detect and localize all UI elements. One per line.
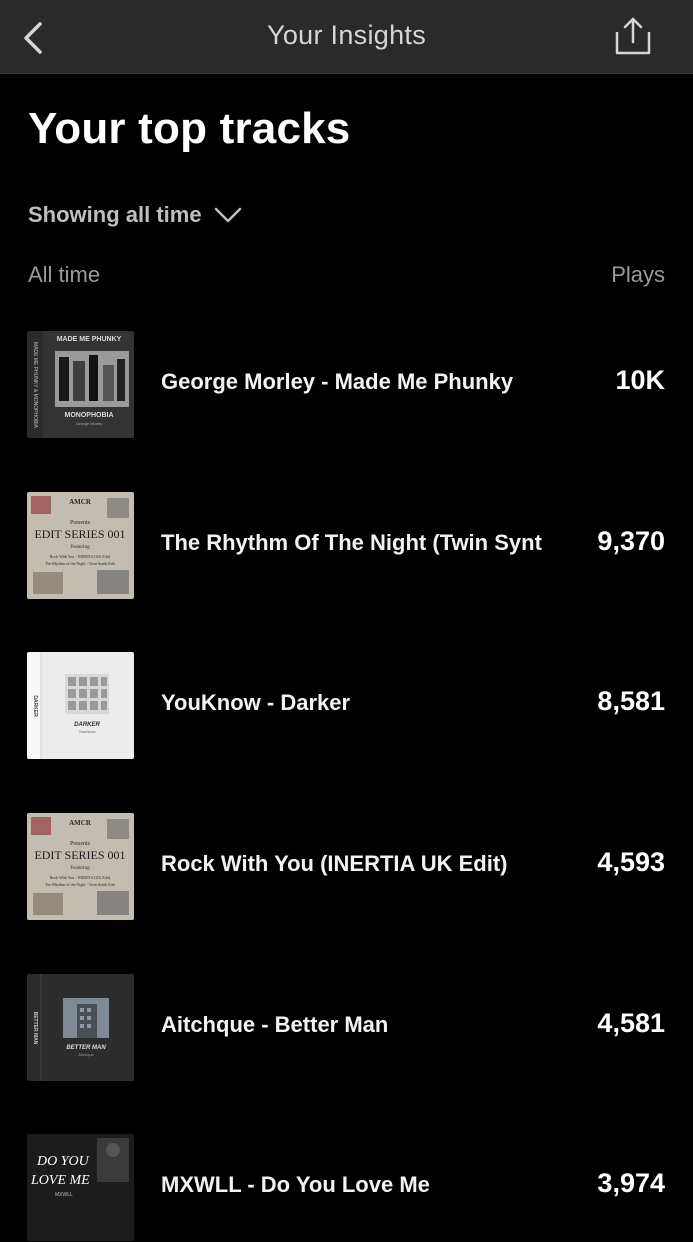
album-art: DO YOU LOVE ME MXWLL <box>27 1134 134 1241</box>
art-text: MADE ME PHUNKY <box>57 336 122 343</box>
album-art: AMCR Presents EDIT SERIES 001 Featuring … <box>27 492 134 599</box>
track-row[interactable]: DO YOU LOVE ME MXWLL MXWLL - Do You Love… <box>0 1134 693 1242</box>
art-text: AMCR <box>69 819 92 827</box>
track-title: Rock With You (INERTIA UK Edit) <box>161 851 508 876</box>
track-plays: 3,974 <box>597 1168 665 1198</box>
album-art: MADE ME PHUNKY MONOPHOBIA George Morley … <box>27 331 134 438</box>
art-text: Aitchque <box>78 1052 94 1057</box>
art-text: Rock With You - INERTIA (UK Edit) <box>50 554 111 559</box>
time-range-filter[interactable]: Showing all time <box>28 200 242 230</box>
art-text: BETTER MAN <box>32 1012 38 1045</box>
art-text: MONOPHOBIA <box>65 412 114 419</box>
column-header-period: All time <box>28 262 101 287</box>
art-text: DO YOU <box>36 1154 90 1169</box>
track-plays: 9,370 <box>597 526 665 556</box>
art-text: LOVE ME <box>30 1173 90 1188</box>
art-text: Presents <box>70 520 91 526</box>
album-art: DARKER YouKnow DARKER <box>27 652 134 759</box>
filter-label: Showing all time <box>28 202 202 227</box>
track-title: The Rhythm Of The Night (Twin Synt <box>161 530 542 555</box>
art-text: AMCR <box>69 498 92 506</box>
nav-bar: Your Insights <box>0 0 693 74</box>
track-plays: 4,581 <box>597 1008 665 1038</box>
album-art: AMCR Presents EDIT SERIES 001 Featuring … <box>27 813 134 920</box>
art-text: George Morley <box>76 421 102 426</box>
art-text: Rock With You - INERTIA (UK Edit) <box>50 875 111 880</box>
art-text: EDIT SERIES 001 <box>34 848 125 862</box>
art-text: YouKnow <box>79 729 96 734</box>
nav-title: Your Insights <box>266 20 426 50</box>
art-text: Featuring <box>70 866 90 871</box>
art-text: The Rhythm of the Night - Twin Synth Edi… <box>45 561 116 566</box>
chevron-down-icon <box>214 207 241 223</box>
art-text: Presents <box>70 841 91 847</box>
track-row[interactable]: DARKER YouKnow DARKER YouKnow - Darker 8… <box>0 652 693 760</box>
art-text: MADE ME PHUNKY & MONOPHOBIA <box>32 342 38 429</box>
track-plays: 8,581 <box>597 686 665 716</box>
column-header-plays: Plays <box>611 262 665 287</box>
art-text: BETTER MAN <box>66 1045 106 1051</box>
page-title: Your top tracks <box>28 104 351 153</box>
track-title: George Morley - Made Me Phunky <box>161 369 514 394</box>
track-title: YouKnow - Darker <box>161 690 351 715</box>
track-row[interactable]: MADE ME PHUNKY MONOPHOBIA George Morley … <box>0 331 693 439</box>
share-button[interactable] <box>608 12 658 60</box>
track-title: Aitchque - Better Man <box>161 1012 389 1037</box>
art-text: MXWLL <box>55 1192 73 1198</box>
track-plays: 4,593 <box>597 847 665 877</box>
track-plays: 10K <box>615 365 665 395</box>
art-text: DARKER <box>74 722 100 728</box>
art-text: Featuring <box>70 545 90 550</box>
art-text: The Rhythm of the Night - Twin Synth Edi… <box>45 882 116 887</box>
art-text: DARKER <box>32 695 38 717</box>
share-icon <box>615 17 651 55</box>
track-title: MXWLL - Do You Love Me <box>161 1172 430 1197</box>
track-row[interactable]: AMCR Presents EDIT SERIES 001 Featuring … <box>0 813 693 921</box>
album-art: BETTER MAN Aitchque BETTER MAN <box>27 974 134 1081</box>
track-row[interactable]: AMCR Presents EDIT SERIES 001 Featuring … <box>0 492 693 600</box>
track-row[interactable]: BETTER MAN Aitchque BETTER MAN Aitchque … <box>0 974 693 1082</box>
art-text: EDIT SERIES 001 <box>34 527 125 541</box>
